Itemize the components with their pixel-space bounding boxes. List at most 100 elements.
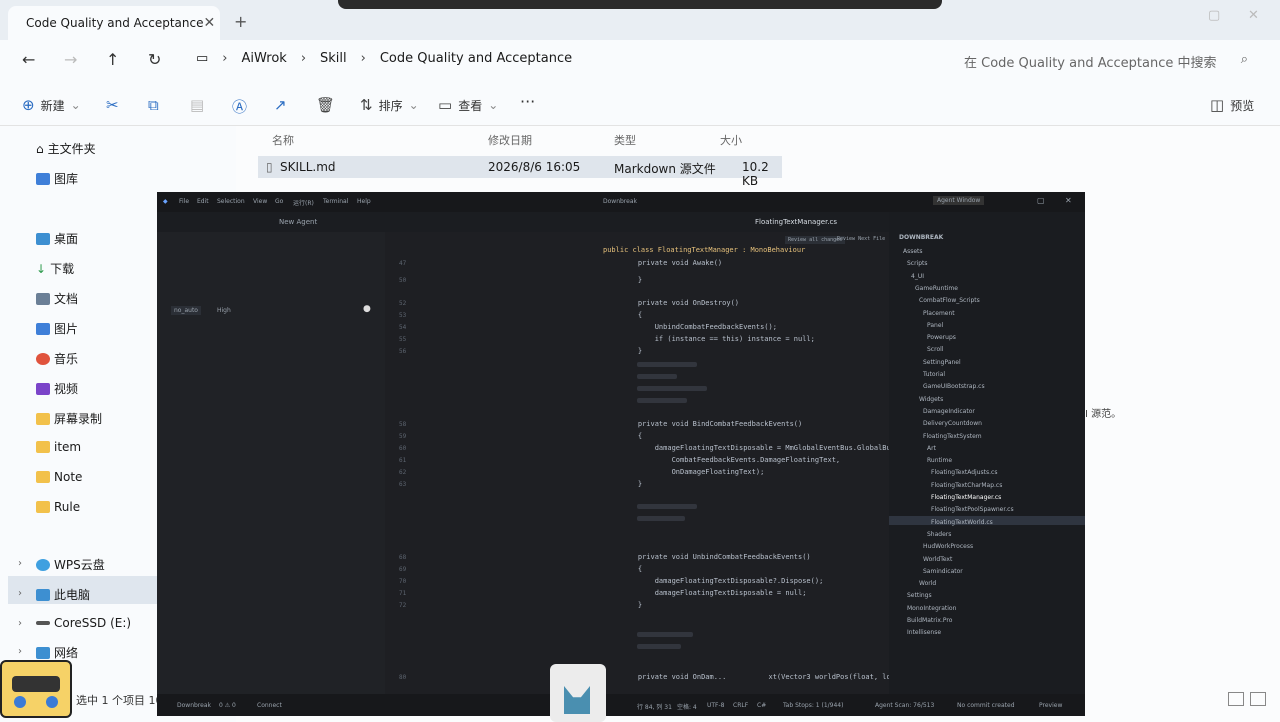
- tree-item[interactable]: HudWorkProcess: [923, 543, 973, 550]
- tree-item[interactable]: Powerups: [927, 334, 956, 341]
- share-icon[interactable]: ↗: [274, 96, 287, 114]
- menu-go[interactable]: Go: [275, 198, 283, 205]
- chevron-right-icon[interactable]: ›: [18, 558, 22, 569]
- cut-icon[interactable]: ✂: [106, 96, 119, 114]
- details-view-icon[interactable]: [1228, 692, 1244, 706]
- tree-item[interactable]: Shaders: [927, 531, 951, 538]
- status-indent[interactable]: 空格: 4: [677, 702, 697, 711]
- paste-icon[interactable]: ▤: [190, 96, 204, 114]
- rename-icon[interactable]: Ⓐ: [232, 96, 247, 117]
- status-project[interactable]: Downbreak: [177, 702, 211, 709]
- copy-icon[interactable]: ⧉: [148, 96, 159, 114]
- view-button[interactable]: ▭ 查看 ⌄: [438, 96, 498, 114]
- more-button[interactable]: ···: [520, 92, 535, 111]
- tree-item[interactable]: World: [919, 580, 936, 587]
- menu-run[interactable]: 运行(R): [293, 198, 314, 207]
- menu-edit[interactable]: Edit: [197, 198, 209, 205]
- info-icon[interactable]: ●: [363, 304, 371, 314]
- tree-item[interactable]: Tutorial: [923, 371, 945, 378]
- tree-item[interactable]: Placement: [923, 310, 955, 317]
- tree-item[interactable]: Assets: [903, 248, 923, 255]
- sidebar-item-downloads[interactable]: ↓ 下载: [36, 260, 74, 277]
- agent-window-toggle[interactable]: Agent Window: [933, 196, 985, 205]
- status-problems[interactable]: 0 ⚠ 0: [219, 702, 236, 709]
- menu-file[interactable]: File: [179, 198, 189, 205]
- chevron-right-icon[interactable]: ›: [18, 646, 22, 657]
- tree-item[interactable]: Widgets: [919, 396, 943, 403]
- monitor-icon[interactable]: ▭: [196, 51, 208, 66]
- sidebar-item-documents[interactable]: 文档: [36, 290, 78, 307]
- search-input[interactable]: 在 Code Quality and Acceptance 中搜索 ⌕: [956, 48, 1256, 74]
- sidebar-item-gallery[interactable]: 图库: [36, 170, 78, 187]
- tree-item[interactable]: Settings: [907, 592, 932, 599]
- sort-button[interactable]: ⇅ 排序 ⌄: [360, 96, 419, 114]
- tree-item[interactable]: Scripts: [907, 260, 928, 267]
- review-next-button[interactable]: Review Next File: [837, 236, 885, 242]
- sidebar-item-music[interactable]: 音乐: [36, 350, 78, 367]
- sidebar-item-wps[interactable]: WPS云盘: [36, 556, 105, 573]
- back-icon[interactable]: ←: [22, 50, 35, 69]
- maximize-icon[interactable]: ▢: [1208, 8, 1220, 23]
- sidebar-item-home[interactable]: ⌂ 主文件夹: [36, 140, 96, 157]
- code-editor[interactable]: Review all changes Review Next File publ…: [385, 232, 988, 694]
- tree-item[interactable]: DamageIndicator: [923, 408, 975, 415]
- refresh-icon[interactable]: ↻: [148, 50, 161, 69]
- status-agent[interactable]: Agent Scan: 76/513: [875, 702, 934, 709]
- tree-item[interactable]: GameRuntime: [915, 285, 958, 292]
- column-header-size[interactable]: 大小: [720, 132, 742, 148]
- tree-item[interactable]: FloatingTextPoolSpawner.cs: [931, 506, 1014, 513]
- column-header-modified[interactable]: 修改日期: [488, 132, 532, 148]
- sidebar-item-rule[interactable]: Rule: [36, 500, 80, 514]
- menu-selection[interactable]: Selection: [217, 198, 245, 205]
- tree-item[interactable]: Samindicator: [923, 568, 963, 575]
- menu-view[interactable]: View: [253, 198, 267, 205]
- tree-item[interactable]: Scroll: [927, 346, 943, 353]
- tab-new-agent[interactable]: New Agent: [279, 218, 317, 226]
- tree-item[interactable]: FloatingTextAdjusts.cs: [931, 469, 997, 476]
- tree-item[interactable]: FloatingTextManager.cs: [931, 494, 1001, 501]
- status-commit[interactable]: No commit created: [957, 702, 1015, 709]
- tiles-view-icon[interactable]: [1250, 692, 1266, 706]
- sidebar-item-recordings[interactable]: 屏幕录制: [36, 410, 102, 427]
- sidebar-item-coressd[interactable]: CoreSSD (E:): [36, 616, 131, 630]
- chevron-right-icon[interactable]: ›: [18, 588, 22, 599]
- close-tab-icon[interactable]: ✕: [203, 15, 215, 31]
- sidebar-item-note[interactable]: Note: [36, 470, 82, 484]
- tree-item[interactable]: FloatingTextSystem: [923, 433, 982, 440]
- breadcrumb-item[interactable]: Skill: [320, 51, 347, 66]
- column-header-type[interactable]: 类型: [614, 132, 636, 148]
- tree-item[interactable]: MonoIntegration: [907, 605, 956, 612]
- close-window-icon[interactable]: ✕: [1248, 8, 1259, 23]
- tree-item[interactable]: SettingPanel: [923, 359, 961, 366]
- status-preview[interactable]: Preview: [1039, 702, 1062, 709]
- tree-item[interactable]: Panel: [927, 322, 943, 329]
- new-button[interactable]: ⊕ 新建 ⌄: [22, 96, 81, 114]
- forward-icon[interactable]: →: [64, 50, 77, 69]
- status-tabstops[interactable]: Tab Stops: 1 (1/944): [783, 702, 843, 709]
- status-language[interactable]: C#: [757, 702, 766, 709]
- tree-item[interactable]: BuildMatrix.Pro: [907, 617, 952, 624]
- close-icon[interactable]: ✕: [1065, 196, 1072, 205]
- tree-item[interactable]: Art: [927, 445, 936, 452]
- menu-help[interactable]: Help: [357, 198, 371, 205]
- sidebar-item-pictures[interactable]: 图片: [36, 320, 78, 337]
- sidebar-item-network[interactable]: 网络: [36, 644, 78, 661]
- tree-item[interactable]: WorldText: [923, 556, 952, 563]
- tree-item[interactable]: DeliveryCountdown: [923, 420, 982, 427]
- status-cursor[interactable]: 行 84, 列 31: [637, 702, 672, 711]
- maximize-icon[interactable]: ▢: [1037, 196, 1045, 205]
- sidebar-item-this-pc[interactable]: 此电脑: [36, 586, 90, 603]
- breadcrumb-item[interactable]: Code Quality and Acceptance: [380, 51, 572, 66]
- sidebar-item-videos[interactable]: 视频: [36, 380, 78, 397]
- mode-chip[interactable]: no_auto: [171, 306, 201, 315]
- sidebar-item-desktop[interactable]: 桌面: [36, 230, 78, 247]
- delete-icon[interactable]: 🗑: [316, 96, 335, 114]
- tree-item[interactable]: Intellisense: [907, 629, 941, 636]
- status-connect[interactable]: Connect: [257, 702, 282, 709]
- tab-code-quality[interactable]: Code Quality and Acceptance ✕: [8, 6, 220, 40]
- tree-item[interactable]: FloatingTextWorld.cs: [931, 519, 993, 526]
- status-eol[interactable]: CRLF: [733, 702, 748, 709]
- tree-root[interactable]: DOWNBREAK: [899, 234, 943, 241]
- table-row[interactable]: ▯ SKILL.md 2026/8/6 16:05 Markdown 源文件 1…: [258, 156, 782, 188]
- chevron-right-icon[interactable]: ›: [18, 618, 22, 629]
